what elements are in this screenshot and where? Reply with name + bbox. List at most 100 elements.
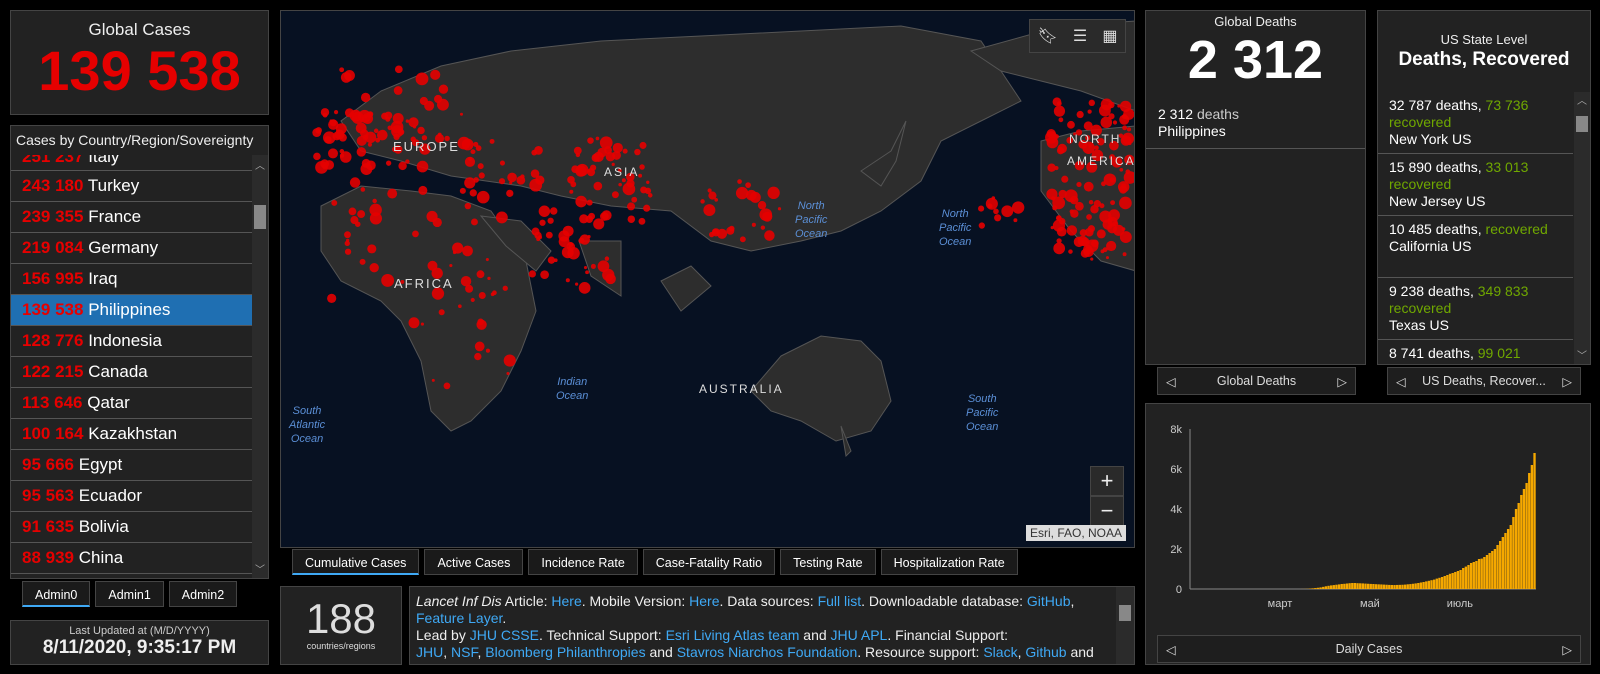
case-marker[interactable] bbox=[416, 160, 429, 173]
map-tab[interactable]: Active Cases bbox=[424, 549, 524, 575]
daily-bar[interactable] bbox=[1359, 583, 1362, 589]
case-marker[interactable] bbox=[412, 230, 419, 238]
bloomberg-link[interactable]: Bloomberg Philanthropies bbox=[485, 644, 645, 660]
case-marker[interactable] bbox=[359, 258, 366, 265]
case-marker[interactable] bbox=[465, 284, 474, 293]
case-marker[interactable] bbox=[593, 218, 605, 230]
daily-bar[interactable] bbox=[1353, 583, 1357, 589]
case-marker[interactable] bbox=[646, 180, 650, 184]
case-marker[interactable] bbox=[1106, 240, 1117, 252]
daily-bar[interactable] bbox=[1409, 584, 1412, 589]
map-tab[interactable]: Case-Fatality Ratio bbox=[642, 549, 776, 575]
country-row[interactable]: 156 995 Iraq bbox=[11, 264, 253, 295]
case-marker[interactable] bbox=[575, 195, 587, 208]
case-marker[interactable] bbox=[591, 153, 600, 162]
daily-bar[interactable] bbox=[1514, 509, 1518, 589]
case-marker[interactable] bbox=[1046, 188, 1058, 200]
case-marker[interactable] bbox=[492, 290, 497, 296]
daily-bar[interactable] bbox=[1332, 585, 1335, 589]
case-marker[interactable] bbox=[487, 276, 491, 281]
case-marker[interactable] bbox=[1119, 167, 1124, 172]
daily-bar[interactable] bbox=[1435, 578, 1438, 589]
daily-bar[interactable] bbox=[1493, 549, 1497, 589]
map-tab[interactable]: Hospitalization Rate bbox=[880, 549, 1018, 575]
daily-bar[interactable] bbox=[1343, 583, 1346, 589]
case-marker[interactable] bbox=[639, 164, 645, 170]
case-marker[interactable] bbox=[348, 207, 357, 216]
case-marker[interactable] bbox=[1066, 225, 1078, 236]
case-marker[interactable] bbox=[324, 160, 335, 170]
case-marker[interactable] bbox=[469, 189, 477, 197]
case-marker[interactable] bbox=[1047, 163, 1056, 172]
case-marker[interactable] bbox=[398, 161, 407, 171]
case-marker[interactable] bbox=[438, 84, 449, 94]
case-marker[interactable] bbox=[393, 86, 403, 95]
case-marker[interactable] bbox=[530, 169, 540, 178]
us-state-item[interactable]: 9 238 deaths, 349 833 recovered Texas US bbox=[1378, 278, 1573, 340]
daily-bar[interactable] bbox=[1324, 586, 1328, 589]
case-marker[interactable] bbox=[408, 117, 419, 128]
case-marker[interactable] bbox=[588, 212, 596, 220]
case-marker[interactable] bbox=[369, 263, 379, 273]
daily-bar[interactable] bbox=[1356, 583, 1359, 589]
daily-bar[interactable] bbox=[1335, 584, 1338, 589]
country-row[interactable]: 95 666 Egypt bbox=[11, 450, 253, 481]
case-marker[interactable] bbox=[344, 70, 355, 81]
case-marker[interactable] bbox=[1052, 205, 1058, 211]
case-marker[interactable] bbox=[547, 256, 556, 264]
case-marker[interactable] bbox=[539, 219, 546, 226]
country-row[interactable]: 139 538 Philippines bbox=[11, 295, 253, 326]
case-marker[interactable] bbox=[726, 226, 735, 235]
daily-bar[interactable] bbox=[1522, 489, 1526, 589]
case-marker[interactable] bbox=[737, 179, 742, 184]
slack-link[interactable]: Slack bbox=[983, 644, 1017, 660]
case-marker[interactable] bbox=[534, 146, 543, 155]
daily-bar[interactable] bbox=[1472, 562, 1475, 589]
case-marker[interactable] bbox=[1091, 239, 1099, 248]
case-marker[interactable] bbox=[415, 72, 429, 86]
case-marker[interactable] bbox=[452, 250, 457, 255]
map-tab[interactable]: Testing Rate bbox=[780, 549, 876, 575]
case-marker[interactable] bbox=[627, 215, 636, 223]
daily-bar[interactable] bbox=[1530, 465, 1534, 589]
case-marker[interactable] bbox=[503, 354, 516, 367]
case-marker[interactable] bbox=[540, 270, 549, 280]
case-marker[interactable] bbox=[1119, 100, 1132, 113]
case-marker[interactable] bbox=[426, 210, 438, 222]
case-marker[interactable] bbox=[477, 318, 484, 326]
daily-bar[interactable] bbox=[1411, 583, 1415, 589]
map-tab[interactable]: Incidence Rate bbox=[528, 549, 638, 575]
daily-bar[interactable] bbox=[1348, 583, 1351, 589]
country-row[interactable]: 122 215 Canada bbox=[11, 357, 253, 388]
case-marker[interactable] bbox=[499, 160, 505, 166]
case-marker[interactable] bbox=[459, 187, 466, 194]
case-marker[interactable] bbox=[575, 282, 579, 286]
case-marker[interactable] bbox=[417, 126, 425, 135]
case-marker[interactable] bbox=[1080, 248, 1090, 258]
case-marker[interactable] bbox=[464, 202, 472, 210]
daily-bar[interactable] bbox=[1454, 572, 1457, 589]
case-marker[interactable] bbox=[1100, 249, 1105, 254]
daily-bar[interactable] bbox=[1485, 555, 1489, 589]
case-marker[interactable] bbox=[366, 111, 373, 119]
us-state-item[interactable]: 32 787 deaths, 73 736 recovered New York … bbox=[1378, 92, 1573, 154]
case-marker[interactable] bbox=[565, 278, 570, 283]
case-marker[interactable] bbox=[1122, 125, 1128, 131]
case-marker[interactable] bbox=[437, 132, 442, 137]
daily-bar[interactable] bbox=[1427, 580, 1431, 589]
scroll-down-icon[interactable]: ﹀ bbox=[252, 561, 268, 576]
jhu-csse-link[interactable]: JHU CSSE bbox=[470, 627, 539, 643]
case-marker[interactable] bbox=[1083, 181, 1094, 192]
case-marker[interactable] bbox=[538, 235, 543, 240]
case-marker[interactable] bbox=[328, 148, 338, 159]
case-marker[interactable] bbox=[593, 181, 603, 191]
country-row[interactable]: 128 776 Indonesia bbox=[11, 326, 253, 357]
case-marker[interactable] bbox=[994, 214, 1002, 222]
info-scrollbar[interactable] bbox=[1116, 587, 1134, 664]
case-marker[interactable] bbox=[381, 112, 389, 120]
case-marker[interactable] bbox=[357, 210, 366, 219]
zoom-in-button[interactable]: + bbox=[1090, 466, 1124, 496]
case-marker[interactable] bbox=[1119, 114, 1130, 125]
case-marker[interactable] bbox=[471, 218, 478, 226]
case-marker[interactable] bbox=[431, 378, 435, 382]
